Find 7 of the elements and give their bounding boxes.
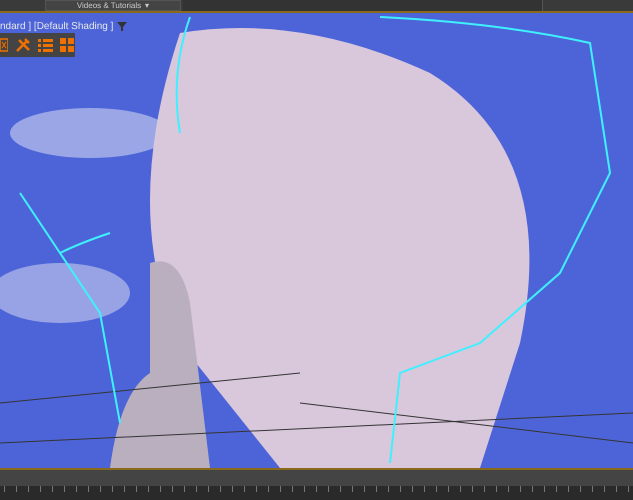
- filter-icon[interactable]: [117, 22, 128, 31]
- layout-grid-icon[interactable]: [60, 37, 74, 53]
- menu-dropdown[interactable]: Videos & Tutorials ▾: [45, 0, 181, 11]
- list-icon[interactable]: [38, 37, 53, 53]
- frame-icon[interactable]: [0, 37, 8, 53]
- viewport-label[interactable]: ndard ] [Default Shading ]: [0, 19, 114, 34]
- tools-icon[interactable]: [15, 37, 31, 53]
